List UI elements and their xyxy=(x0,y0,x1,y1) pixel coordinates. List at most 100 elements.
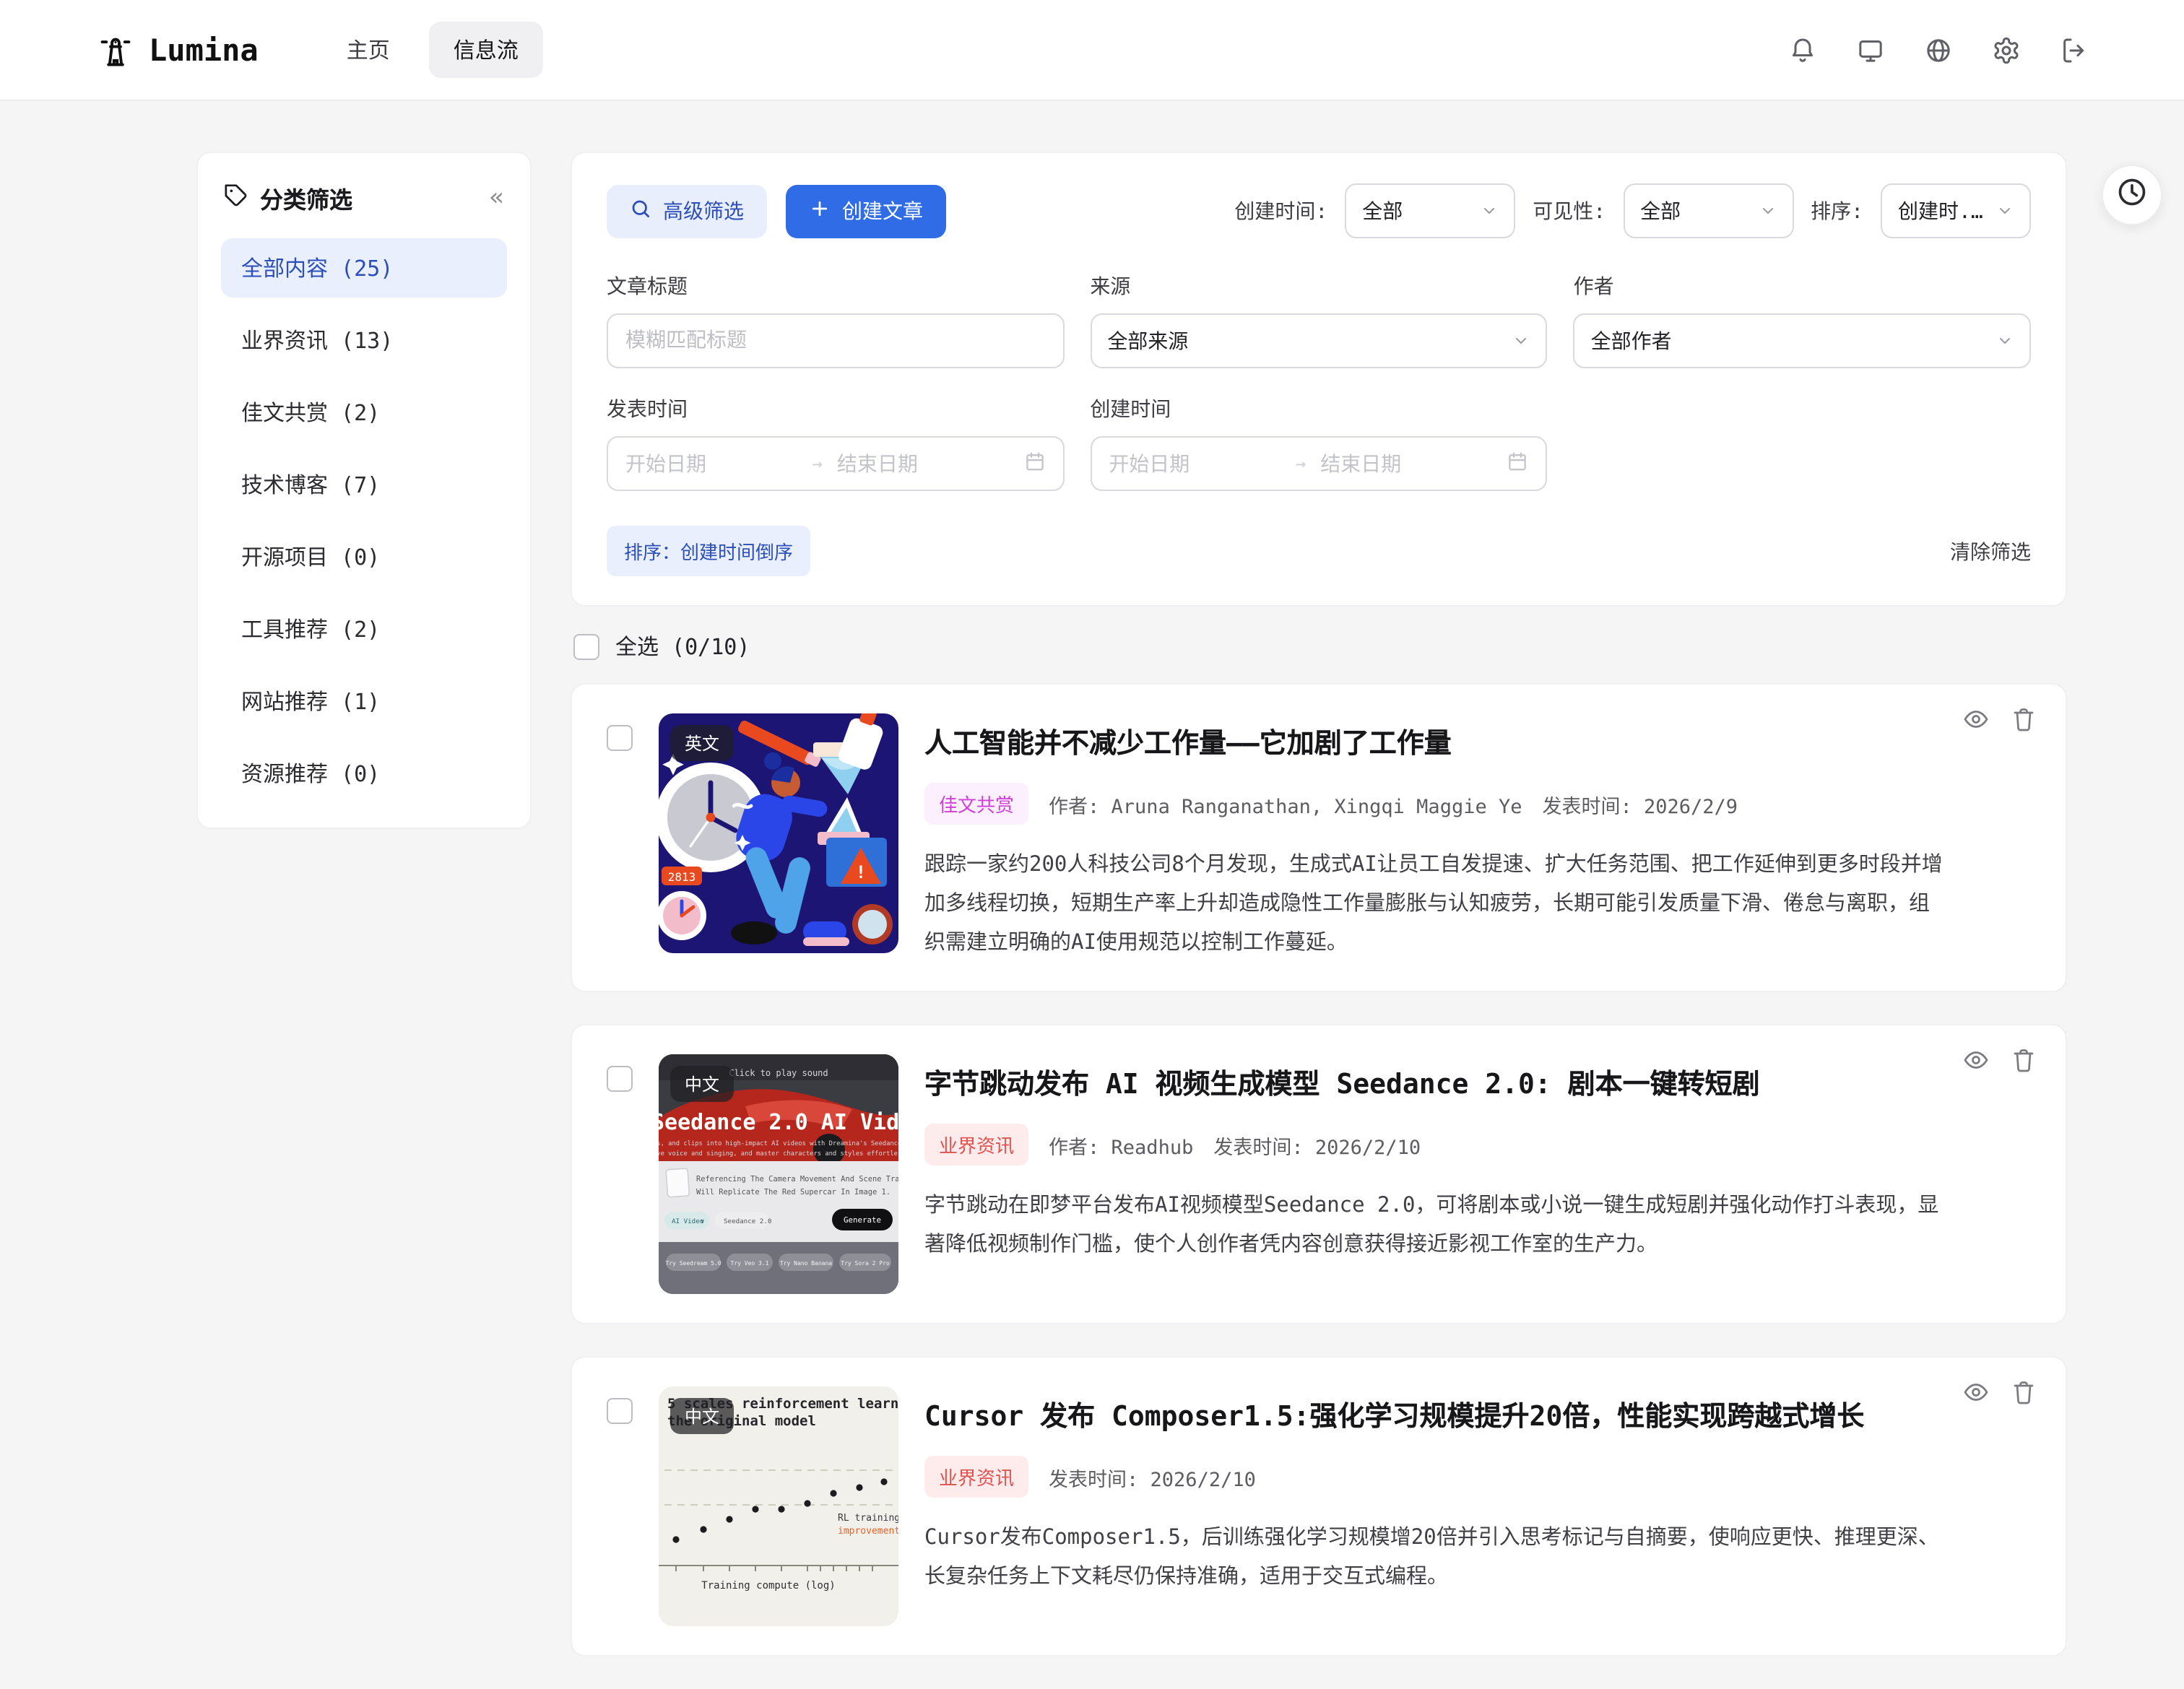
article-publish-date: 发表时间: 2026/2/10 xyxy=(1213,1131,1421,1160)
svg-text:Try Veo 3.1: Try Veo 3.1 xyxy=(731,1261,769,1267)
create-time-label: 创建时间 xyxy=(1090,394,1547,423)
sidebar-item-industry-news[interactable]: 业界资讯 (13) xyxy=(221,311,507,370)
header-actions xyxy=(1788,35,2089,64)
chevron-down-icon xyxy=(1996,202,2014,220)
monitor-icon[interactable] xyxy=(1856,35,1885,64)
visibility-select[interactable]: 全部 xyxy=(1623,183,1793,238)
view-icon[interactable] xyxy=(1963,1380,1989,1406)
svg-text:Try Seedream 5.0: Try Seedream 5.0 xyxy=(665,1261,721,1267)
sidebar-item-tech-blogs[interactable]: 技术博客 (7) xyxy=(221,455,507,514)
article-publish-date: 发表时间: 2026/2/9 xyxy=(1543,789,1738,818)
lighthouse-logo-icon xyxy=(97,31,134,69)
sort-filter-chip[interactable]: 排序：创建时间倒序 xyxy=(607,526,810,576)
svg-text:ive voice and singing, and mas: ive voice and singing, and master charac… xyxy=(659,1151,898,1158)
sort-label: 排序: xyxy=(1811,196,1863,225)
svg-text:Try Sora 2 Pro: Try Sora 2 Pro xyxy=(841,1261,890,1267)
source-select[interactable]: 全部来源 xyxy=(1090,313,1547,368)
trash-icon[interactable] xyxy=(2011,706,2037,732)
chevron-down-icon xyxy=(1513,332,1530,349)
svg-text:Try Nano Banana: Try Nano Banana xyxy=(780,1261,832,1267)
thumbnail-video-page[interactable]: Click to play sound Seedance 2.0 AI Vide… xyxy=(659,1055,898,1295)
select-all-checkbox[interactable] xyxy=(573,633,599,659)
brand-name: Lumina xyxy=(149,32,259,67)
sidebar-item-open-source[interactable]: 开源项目 (0) xyxy=(221,527,507,586)
card-checkbox[interactable] xyxy=(607,725,633,751)
nav-home[interactable]: 主页 xyxy=(322,22,415,78)
svg-text:Seedance 2.0: Seedance 2.0 xyxy=(724,1218,771,1226)
svg-text:improvement: improvement xyxy=(838,1527,898,1537)
select-all-label: 全选 (0/10) xyxy=(615,631,750,661)
author-field-label: 作者 xyxy=(1574,272,2031,300)
category-sidebar: 分类筛选 « 全部内容 (25) 业界资讯 (13) 佳文共赏 (2) 技术博客… xyxy=(196,152,532,829)
article-card: 5 scales reinforcement learning the orig… xyxy=(571,1357,2067,1657)
play-hint-text: Click to play sound xyxy=(729,1069,828,1079)
gear-icon[interactable] xyxy=(1992,35,2021,64)
title-field-label: 文章标题 xyxy=(607,272,1064,300)
history-button[interactable] xyxy=(2102,165,2162,225)
advanced-filter-button[interactable]: 高级筛选 xyxy=(607,184,767,238)
sidebar-item-websites[interactable]: 网站推荐 (1) xyxy=(221,672,507,731)
article-title[interactable]: 人工智能并不减少工作量——它加剧了工作量 xyxy=(924,722,1950,761)
calendar-icon xyxy=(1507,450,1529,477)
source-field-label: 来源 xyxy=(1090,272,1547,300)
card-checkbox[interactable] xyxy=(607,1067,633,1093)
plus-icon xyxy=(809,197,831,225)
chevron-down-icon xyxy=(1481,202,1498,220)
publish-date-range[interactable]: 开始日期 → 结束日期 xyxy=(607,436,1064,491)
filter-panel: 高级筛选 创建文章 创建时间: 全部 xyxy=(571,152,2067,607)
view-icon[interactable] xyxy=(1963,1048,1989,1074)
logout-icon[interactable] xyxy=(2060,35,2089,64)
article-card: ! 2813 英文 xyxy=(571,683,2067,993)
created-time-select[interactable]: 全部 xyxy=(1345,183,1515,238)
app-root: Lumina 主页 信息流 xyxy=(0,0,2184,1662)
card-checkbox[interactable] xyxy=(607,1399,633,1425)
category-tag: 业界资讯 xyxy=(924,1124,1028,1166)
article-summary: 字节跳动在即梦平台发布AI视频模型Seedance 2.0，可将剧本或小说一键生… xyxy=(924,1188,1950,1265)
sort-select[interactable]: 创建时... xyxy=(1881,183,2031,238)
category-tag: 业界资讯 xyxy=(924,1456,1028,1498)
article-title[interactable]: 字节跳动发布 AI 视频生成模型 Seedance 2.0: 剧本一键转短剧 xyxy=(924,1064,1950,1103)
article-summary: 跟踪一家约200人科技公司8个月发现，生成式AI让员工自发提速、扩大任务范围、把… xyxy=(924,846,1950,963)
author-select[interactable]: 全部作者 xyxy=(1574,313,2031,368)
view-icon[interactable] xyxy=(1963,706,1989,732)
brand[interactable]: Lumina xyxy=(97,31,259,69)
article-publish-date: 发表时间: 2026/2/10 xyxy=(1049,1463,1256,1492)
publish-time-label: 发表时间 xyxy=(607,394,1064,423)
tag-icon xyxy=(224,183,248,213)
sidebar-item-all[interactable]: 全部内容 (25) xyxy=(221,238,507,298)
main-column: 高级筛选 创建文章 创建时间: 全部 xyxy=(571,152,2067,1689)
svg-text:Will Replicate The Red Superca: Will Replicate The Red Supercar In Image… xyxy=(696,1189,890,1197)
article-card: Click to play sound Seedance 2.0 AI Vide… xyxy=(571,1025,2067,1325)
title-search-input[interactable] xyxy=(607,313,1064,368)
trash-icon[interactable] xyxy=(2011,1048,2037,1074)
trash-icon[interactable] xyxy=(2011,1380,2037,1406)
language-badge: 英文 xyxy=(670,725,734,761)
category-tag: 佳文共赏 xyxy=(924,783,1028,825)
search-icon xyxy=(630,197,651,225)
sidebar-item-resources[interactable]: 资源推荐 (0) xyxy=(221,744,507,803)
top-navbar: Lumina 主页 信息流 xyxy=(0,0,2184,101)
clear-filters-button[interactable]: 清除筛选 xyxy=(1950,537,2031,565)
globe-icon[interactable] xyxy=(1924,35,1953,64)
svg-text:AI Video: AI Video xyxy=(672,1218,703,1226)
bell-icon[interactable] xyxy=(1788,35,1817,64)
language-badge: 中文 xyxy=(670,1067,734,1103)
visibility-label: 可见性: xyxy=(1533,196,1606,225)
article-title[interactable]: Cursor 发布 Composer1.5:强化学习规模提升20倍，性能实现跨越… xyxy=(924,1396,1950,1435)
article-author: 作者: Aruna Ranganathan, Xingqi Maggie Ye xyxy=(1049,789,1522,818)
sidebar-item-great-reads[interactable]: 佳文共赏 (2) xyxy=(221,383,507,442)
nav-feed[interactable]: 信息流 xyxy=(429,22,543,78)
svg-text:Referencing The Camera Movemen: Referencing The Camera Movement And Scen… xyxy=(696,1176,898,1184)
calendar-icon xyxy=(1023,450,1045,477)
sidebar-item-tools[interactable]: 工具推荐 (2) xyxy=(221,599,507,659)
main-nav: 主页 信息流 xyxy=(322,22,543,78)
thumbnail-illustration[interactable]: ! 2813 英文 xyxy=(659,713,898,953)
thumbnail-chart[interactable]: 5 scales reinforcement learning the orig… xyxy=(659,1387,898,1627)
create-date-range[interactable]: 开始日期 → 结束日期 xyxy=(1090,436,1547,491)
svg-text:∨: ∨ xyxy=(701,1218,705,1226)
collapse-sidebar-icon[interactable]: « xyxy=(490,183,505,212)
create-article-button[interactable]: 创建文章 xyxy=(786,184,946,238)
page-content: 分类筛选 « 全部内容 (25) 业界资讯 (13) 佳文共赏 (2) 技术博客… xyxy=(0,101,2184,1689)
arrow-right-icon: → xyxy=(812,453,822,474)
chevron-down-icon xyxy=(1759,202,1776,220)
